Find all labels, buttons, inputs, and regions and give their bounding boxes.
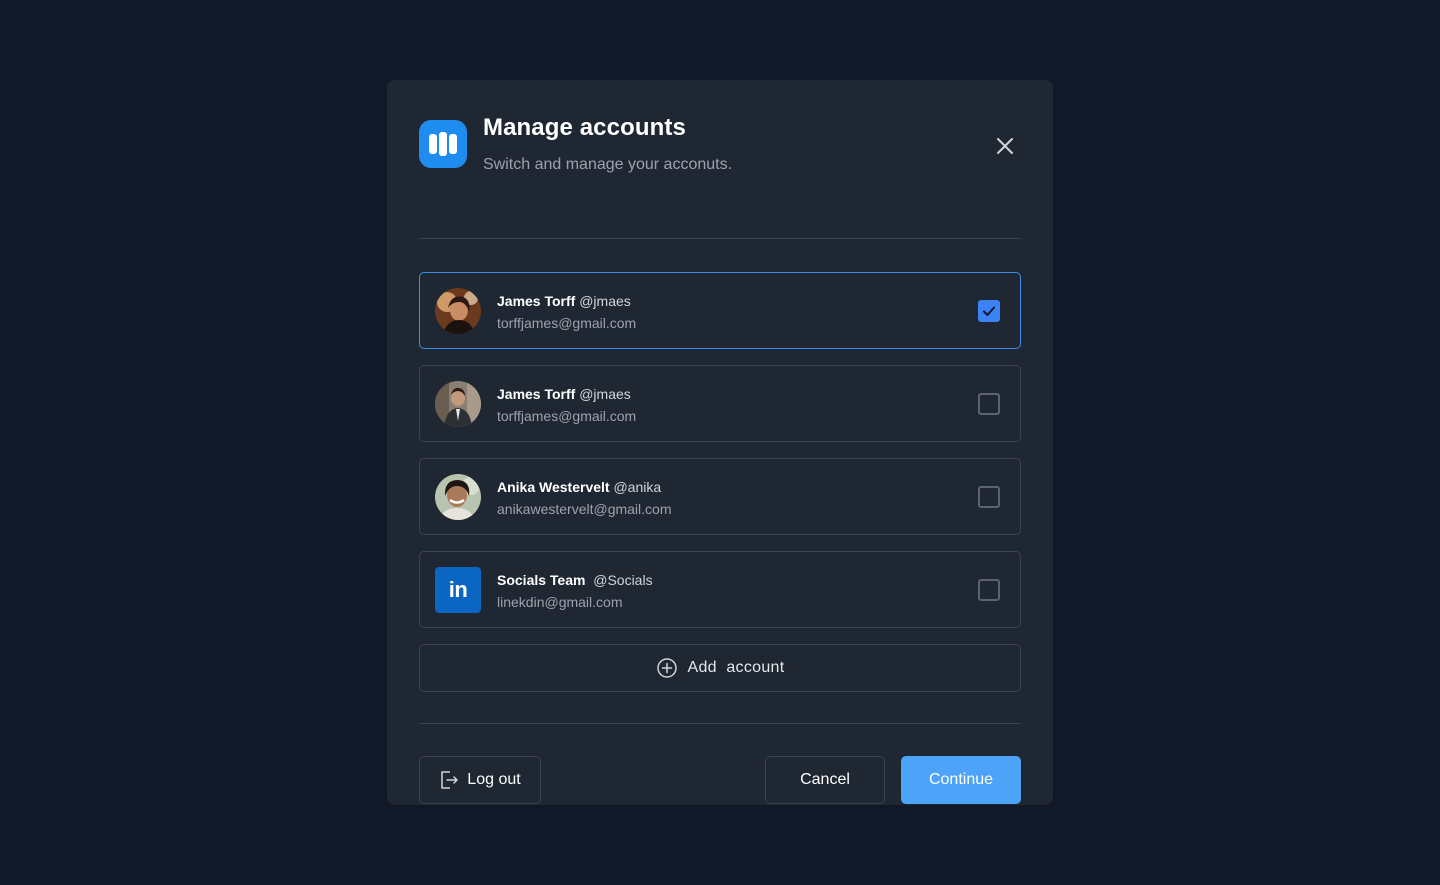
account-checkbox[interactable] <box>978 579 1000 601</box>
modal-footer: Log out Cancel Continue <box>419 724 1021 804</box>
account-name: Socials Team <box>497 572 586 588</box>
account-item[interactable]: in Socials Team @Socials linekdin@gmail.… <box>419 551 1021 628</box>
account-email: torffjames@gmail.com <box>497 315 637 331</box>
account-list: James Torff @jmaes torffjames@gmail.com <box>419 272 1021 692</box>
account-handle: @Socials <box>593 572 653 588</box>
avatar <box>435 474 481 520</box>
avatar <box>435 381 481 427</box>
account-handle: @anika <box>613 479 662 495</box>
account-text: James Torff @jmaes torffjames@gmail.com <box>497 292 636 332</box>
linkedin-logo-icon: in <box>435 567 481 613</box>
account-item[interactable]: James Torff @jmaes torffjames@gmail.com <box>419 365 1021 442</box>
close-icon[interactable] <box>991 132 1019 160</box>
modal-title: Manage accounts <box>483 114 686 141</box>
modal-subtitle: Switch and manage your acconuts. <box>483 156 733 173</box>
linkedin-logo-text: in <box>448 577 468 602</box>
account-handle: @jmaes <box>579 293 631 309</box>
check-icon <box>983 306 995 316</box>
account-name: James Torff <box>497 293 576 309</box>
account-name: James Torff <box>497 386 576 402</box>
account-email: anikawestervelt@gmail.com <box>497 501 672 517</box>
account-title-line: James Torff @jmaes <box>497 292 636 310</box>
account-email: torffjames@gmail.com <box>497 408 637 424</box>
cancel-button[interactable]: Cancel <box>765 756 885 804</box>
plus-circle-icon <box>656 658 677 678</box>
continue-button[interactable]: Continue <box>901 756 1021 804</box>
account-checkbox[interactable] <box>978 486 1000 508</box>
app-logo-icon <box>419 120 467 168</box>
account-handle: @jmaes <box>579 386 631 402</box>
account-checkbox[interactable] <box>978 393 1000 415</box>
account-text: Socials Team @Socials linekdin@gmail.com <box>497 571 653 611</box>
logout-label: Log out <box>467 771 521 788</box>
account-title-line: Socials Team @Socials <box>497 571 653 589</box>
account-checkbox[interactable] <box>978 300 1000 322</box>
account-title-line: James Torff @jmaes <box>497 385 636 403</box>
logout-icon <box>441 771 459 789</box>
account-email: linekdin@gmail.com <box>497 594 623 610</box>
account-item[interactable]: Anika Westervelt @anika anikawestervelt@… <box>419 458 1021 535</box>
add-account-label: Add account <box>687 659 785 676</box>
logout-button[interactable]: Log out <box>419 756 541 804</box>
account-text: James Torff @jmaes torffjames@gmail.com <box>497 385 636 425</box>
account-title-line: Anika Westervelt @anika <box>497 478 672 496</box>
avatar <box>435 288 481 334</box>
account-text: Anika Westervelt @anika anikawestervelt@… <box>497 478 672 518</box>
manage-accounts-modal: Manage accounts Switch and manage your a… <box>387 80 1053 805</box>
add-account-button[interactable]: Add account <box>419 644 1021 692</box>
account-name: Anika Westervelt <box>497 479 610 495</box>
account-item[interactable]: James Torff @jmaes torffjames@gmail.com <box>419 272 1021 349</box>
modal-header: Manage accounts Switch and manage your a… <box>419 112 1021 239</box>
